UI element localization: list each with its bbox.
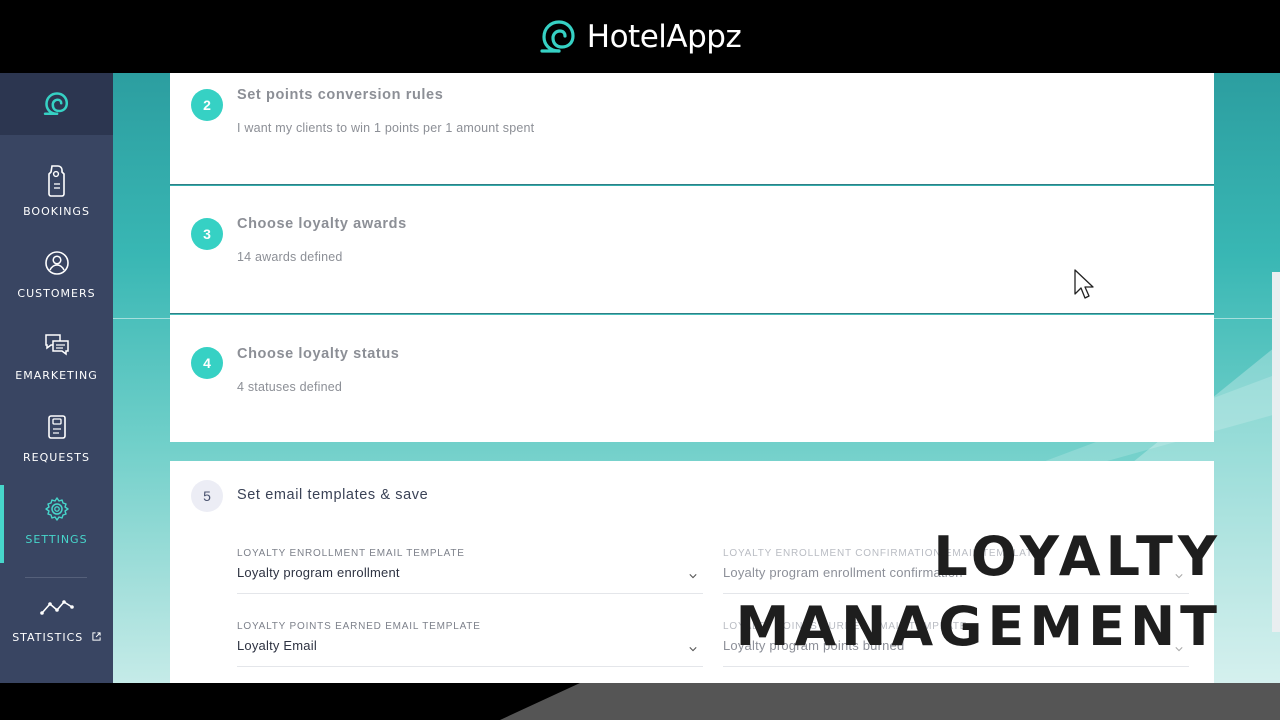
video-overlay-title: LOYALTY MANAGEMENT (736, 522, 1222, 662)
sidebar-item-bookings[interactable]: BOOKINGS (0, 161, 113, 239)
overlay-title-line: LOYALTY (933, 525, 1222, 588)
brand-logo: HotelAppz (539, 17, 742, 57)
sidebar-item-requests[interactable]: REQUESTS (0, 407, 113, 485)
chat-bubble-icon (44, 334, 69, 356)
step-title: Set points conversion rules (237, 87, 444, 103)
bottom-letterbox-bar (0, 683, 1280, 720)
step-card-loyalty-status[interactable]: 4 Choose loyalty status 4 statuses defin… (170, 315, 1214, 442)
sidebar-item-label: SETTINGS (25, 533, 88, 546)
sidebar-divider (25, 577, 87, 578)
line-chart-icon (39, 600, 74, 615)
sidebar-item-statistics[interactable]: STATISTICS (0, 587, 113, 665)
clipboard-icon (47, 415, 66, 439)
points-earned-template-select[interactable]: LOYALTY POINTS EARNED EMAIL TEMPLATE Loy… (237, 621, 703, 667)
enrollment-template-select[interactable]: LOYALTY ENROLLMENT EMAIL TEMPLATE Loyalt… (237, 548, 703, 594)
gear-icon (44, 497, 69, 521)
step-number-badge: 4 (191, 347, 223, 379)
mouse-cursor-icon (1074, 269, 1094, 299)
sidebar-item-customers[interactable]: CUSTOMERS (0, 243, 113, 321)
step-title: Choose loyalty awards (237, 216, 407, 232)
swirl-logo-icon (540, 19, 575, 53)
overlay-title-line: MANAGEMENT (735, 595, 1222, 658)
door-hanger-icon (47, 165, 65, 197)
sidebar-item-label: REQUESTS (23, 451, 90, 464)
step-card-loyalty-awards[interactable]: 3 Choose loyalty awards 14 awards define… (170, 186, 1214, 314)
step-number-badge: 5 (191, 480, 223, 512)
bottom-wedge (500, 683, 1280, 720)
step-subtitle: 4 statuses defined (237, 380, 343, 394)
sidebar-item-label: CUSTOMERS (17, 287, 96, 300)
sidebar-item-label: EMARKETING (15, 369, 98, 382)
chevron-down-icon (689, 574, 697, 579)
top-letterbox-bar: HotelAppz (0, 0, 1280, 73)
chevron-down-icon (689, 647, 697, 652)
user-circle-icon (44, 251, 69, 275)
sidebar-item-emarketing[interactable]: EMARKETING (0, 325, 113, 403)
step-subtitle: I want my clients to win 1 points per 1 … (237, 121, 535, 135)
sidebar-logo[interactable] (0, 73, 113, 135)
sidebar-item-label: STATISTICS (12, 631, 101, 644)
external-link-icon (92, 632, 101, 641)
step-number-badge: 3 (191, 218, 223, 250)
brand-name: HotelAppz (586, 18, 742, 55)
step-number-badge: 2 (191, 89, 223, 121)
sidebar-item-settings[interactable]: SETTINGS (0, 485, 113, 567)
sidebar-item-label: BOOKINGS (23, 205, 90, 218)
step-card-points-rules[interactable]: 2 Set points conversion rules I want my … (170, 73, 1214, 185)
sidebar: BOOKINGS CUSTOMERS EMARKETING REQUESTS S… (0, 73, 113, 683)
right-panel-edge (1272, 272, 1280, 632)
step-title: Set email templates & save (237, 487, 429, 503)
step-subtitle: 14 awards defined (237, 250, 343, 264)
step-title: Choose loyalty status (237, 346, 400, 362)
swirl-logo-icon (43, 92, 68, 116)
